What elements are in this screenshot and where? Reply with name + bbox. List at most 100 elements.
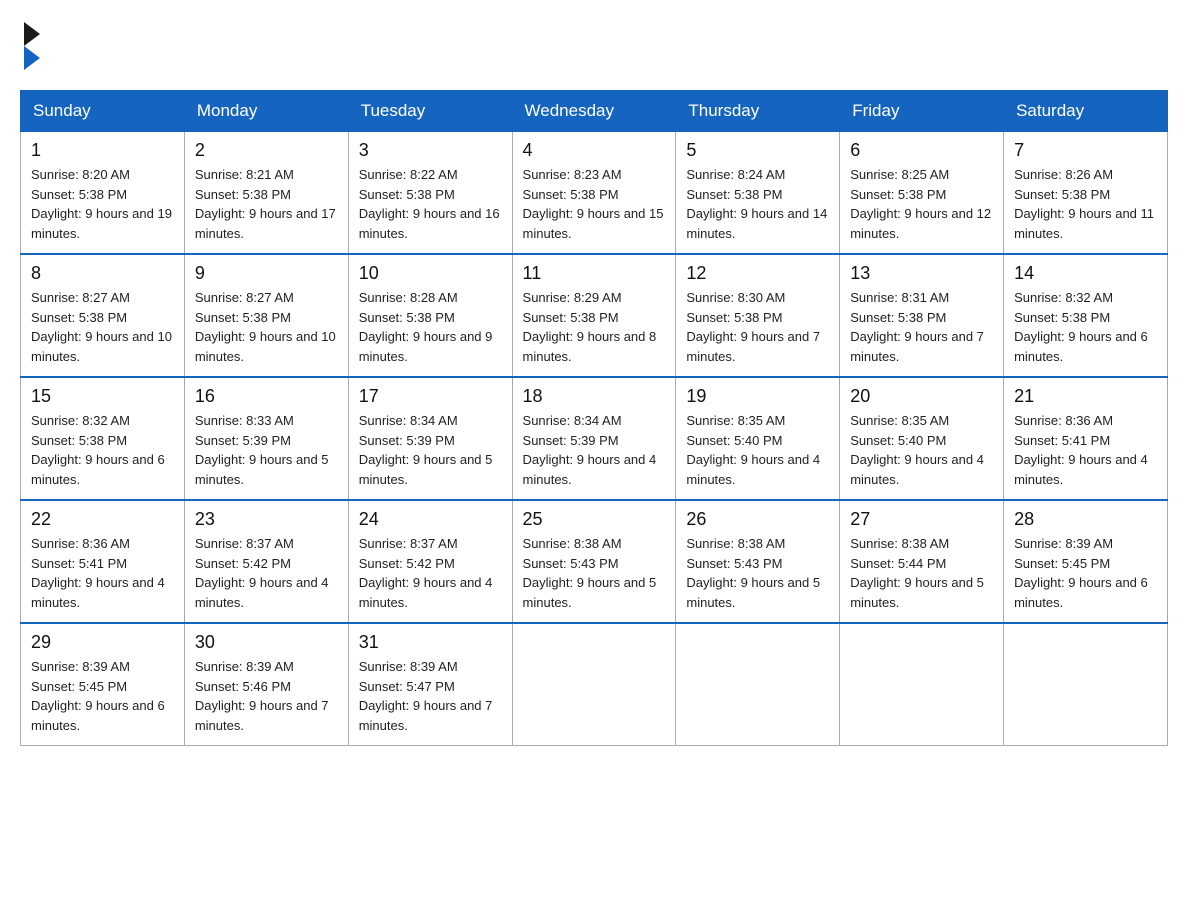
calendar-cell: 18 Sunrise: 8:34 AM Sunset: 5:39 PM Dayl… bbox=[512, 377, 676, 500]
day-number: 29 bbox=[31, 632, 174, 653]
day-info: Sunrise: 8:27 AM Sunset: 5:38 PM Dayligh… bbox=[195, 288, 338, 366]
calendar-cell: 13 Sunrise: 8:31 AM Sunset: 5:38 PM Dayl… bbox=[840, 254, 1004, 377]
calendar-table: SundayMondayTuesdayWednesdayThursdayFrid… bbox=[20, 90, 1168, 746]
calendar-cell: 15 Sunrise: 8:32 AM Sunset: 5:38 PM Dayl… bbox=[21, 377, 185, 500]
day-info: Sunrise: 8:35 AM Sunset: 5:40 PM Dayligh… bbox=[850, 411, 993, 489]
day-info: Sunrise: 8:38 AM Sunset: 5:44 PM Dayligh… bbox=[850, 534, 993, 612]
calendar-cell bbox=[840, 623, 1004, 746]
day-header-tuesday: Tuesday bbox=[348, 91, 512, 132]
calendar-cell: 14 Sunrise: 8:32 AM Sunset: 5:38 PM Dayl… bbox=[1004, 254, 1168, 377]
day-number: 21 bbox=[1014, 386, 1157, 407]
day-info: Sunrise: 8:29 AM Sunset: 5:38 PM Dayligh… bbox=[523, 288, 666, 366]
calendar-cell: 21 Sunrise: 8:36 AM Sunset: 5:41 PM Dayl… bbox=[1004, 377, 1168, 500]
day-number: 8 bbox=[31, 263, 174, 284]
calendar-cell: 2 Sunrise: 8:21 AM Sunset: 5:38 PM Dayli… bbox=[184, 132, 348, 255]
day-info: Sunrise: 8:25 AM Sunset: 5:38 PM Dayligh… bbox=[850, 165, 993, 243]
day-info: Sunrise: 8:28 AM Sunset: 5:38 PM Dayligh… bbox=[359, 288, 502, 366]
day-number: 15 bbox=[31, 386, 174, 407]
calendar-cell: 29 Sunrise: 8:39 AM Sunset: 5:45 PM Dayl… bbox=[21, 623, 185, 746]
calendar-cell: 10 Sunrise: 8:28 AM Sunset: 5:38 PM Dayl… bbox=[348, 254, 512, 377]
calendar-week-row: 22 Sunrise: 8:36 AM Sunset: 5:41 PM Dayl… bbox=[21, 500, 1168, 623]
calendar-cell bbox=[1004, 623, 1168, 746]
calendar-cell: 12 Sunrise: 8:30 AM Sunset: 5:38 PM Dayl… bbox=[676, 254, 840, 377]
day-number: 25 bbox=[523, 509, 666, 530]
calendar-cell: 26 Sunrise: 8:38 AM Sunset: 5:43 PM Dayl… bbox=[676, 500, 840, 623]
page-header bbox=[20, 20, 1168, 70]
day-info: Sunrise: 8:33 AM Sunset: 5:39 PM Dayligh… bbox=[195, 411, 338, 489]
day-number: 28 bbox=[1014, 509, 1157, 530]
day-number: 10 bbox=[359, 263, 502, 284]
calendar-week-row: 1 Sunrise: 8:20 AM Sunset: 5:38 PM Dayli… bbox=[21, 132, 1168, 255]
day-info: Sunrise: 8:37 AM Sunset: 5:42 PM Dayligh… bbox=[359, 534, 502, 612]
calendar-cell: 5 Sunrise: 8:24 AM Sunset: 5:38 PM Dayli… bbox=[676, 132, 840, 255]
calendar-cell: 23 Sunrise: 8:37 AM Sunset: 5:42 PM Dayl… bbox=[184, 500, 348, 623]
day-info: Sunrise: 8:32 AM Sunset: 5:38 PM Dayligh… bbox=[31, 411, 174, 489]
calendar-cell: 8 Sunrise: 8:27 AM Sunset: 5:38 PM Dayli… bbox=[21, 254, 185, 377]
day-header-wednesday: Wednesday bbox=[512, 91, 676, 132]
day-number: 16 bbox=[195, 386, 338, 407]
day-number: 1 bbox=[31, 140, 174, 161]
calendar-cell: 28 Sunrise: 8:39 AM Sunset: 5:45 PM Dayl… bbox=[1004, 500, 1168, 623]
day-info: Sunrise: 8:27 AM Sunset: 5:38 PM Dayligh… bbox=[31, 288, 174, 366]
day-info: Sunrise: 8:21 AM Sunset: 5:38 PM Dayligh… bbox=[195, 165, 338, 243]
day-info: Sunrise: 8:38 AM Sunset: 5:43 PM Dayligh… bbox=[523, 534, 666, 612]
calendar-week-row: 8 Sunrise: 8:27 AM Sunset: 5:38 PM Dayli… bbox=[21, 254, 1168, 377]
calendar-cell: 9 Sunrise: 8:27 AM Sunset: 5:38 PM Dayli… bbox=[184, 254, 348, 377]
day-info: Sunrise: 8:38 AM Sunset: 5:43 PM Dayligh… bbox=[686, 534, 829, 612]
day-info: Sunrise: 8:24 AM Sunset: 5:38 PM Dayligh… bbox=[686, 165, 829, 243]
calendar-cell: 6 Sunrise: 8:25 AM Sunset: 5:38 PM Dayli… bbox=[840, 132, 1004, 255]
day-number: 23 bbox=[195, 509, 338, 530]
calendar-cell: 24 Sunrise: 8:37 AM Sunset: 5:42 PM Dayl… bbox=[348, 500, 512, 623]
day-number: 22 bbox=[31, 509, 174, 530]
logo bbox=[20, 20, 40, 70]
day-header-saturday: Saturday bbox=[1004, 91, 1168, 132]
day-number: 5 bbox=[686, 140, 829, 161]
day-info: Sunrise: 8:31 AM Sunset: 5:38 PM Dayligh… bbox=[850, 288, 993, 366]
calendar-cell: 1 Sunrise: 8:20 AM Sunset: 5:38 PM Dayli… bbox=[21, 132, 185, 255]
day-info: Sunrise: 8:26 AM Sunset: 5:38 PM Dayligh… bbox=[1014, 165, 1157, 243]
day-info: Sunrise: 8:32 AM Sunset: 5:38 PM Dayligh… bbox=[1014, 288, 1157, 366]
day-number: 2 bbox=[195, 140, 338, 161]
day-info: Sunrise: 8:22 AM Sunset: 5:38 PM Dayligh… bbox=[359, 165, 502, 243]
calendar-cell: 7 Sunrise: 8:26 AM Sunset: 5:38 PM Dayli… bbox=[1004, 132, 1168, 255]
day-number: 30 bbox=[195, 632, 338, 653]
calendar-cell: 16 Sunrise: 8:33 AM Sunset: 5:39 PM Dayl… bbox=[184, 377, 348, 500]
day-info: Sunrise: 8:34 AM Sunset: 5:39 PM Dayligh… bbox=[359, 411, 502, 489]
calendar-week-row: 29 Sunrise: 8:39 AM Sunset: 5:45 PM Dayl… bbox=[21, 623, 1168, 746]
day-header-sunday: Sunday bbox=[21, 91, 185, 132]
calendar-cell: 4 Sunrise: 8:23 AM Sunset: 5:38 PM Dayli… bbox=[512, 132, 676, 255]
day-info: Sunrise: 8:23 AM Sunset: 5:38 PM Dayligh… bbox=[523, 165, 666, 243]
logo-blue-text bbox=[20, 46, 40, 70]
day-info: Sunrise: 8:39 AM Sunset: 5:45 PM Dayligh… bbox=[1014, 534, 1157, 612]
day-info: Sunrise: 8:34 AM Sunset: 5:39 PM Dayligh… bbox=[523, 411, 666, 489]
day-header-thursday: Thursday bbox=[676, 91, 840, 132]
day-info: Sunrise: 8:39 AM Sunset: 5:47 PM Dayligh… bbox=[359, 657, 502, 735]
day-number: 27 bbox=[850, 509, 993, 530]
calendar-header-row: SundayMondayTuesdayWednesdayThursdayFrid… bbox=[21, 91, 1168, 132]
day-number: 13 bbox=[850, 263, 993, 284]
day-info: Sunrise: 8:39 AM Sunset: 5:46 PM Dayligh… bbox=[195, 657, 338, 735]
day-number: 11 bbox=[523, 263, 666, 284]
day-number: 20 bbox=[850, 386, 993, 407]
day-number: 24 bbox=[359, 509, 502, 530]
day-info: Sunrise: 8:20 AM Sunset: 5:38 PM Dayligh… bbox=[31, 165, 174, 243]
day-header-friday: Friday bbox=[840, 91, 1004, 132]
day-number: 26 bbox=[686, 509, 829, 530]
day-number: 4 bbox=[523, 140, 666, 161]
calendar-cell: 31 Sunrise: 8:39 AM Sunset: 5:47 PM Dayl… bbox=[348, 623, 512, 746]
day-info: Sunrise: 8:39 AM Sunset: 5:45 PM Dayligh… bbox=[31, 657, 174, 735]
day-number: 7 bbox=[1014, 140, 1157, 161]
day-number: 3 bbox=[359, 140, 502, 161]
calendar-cell bbox=[512, 623, 676, 746]
calendar-cell: 20 Sunrise: 8:35 AM Sunset: 5:40 PM Dayl… bbox=[840, 377, 1004, 500]
day-number: 9 bbox=[195, 263, 338, 284]
day-info: Sunrise: 8:37 AM Sunset: 5:42 PM Dayligh… bbox=[195, 534, 338, 612]
day-header-monday: Monday bbox=[184, 91, 348, 132]
day-info: Sunrise: 8:36 AM Sunset: 5:41 PM Dayligh… bbox=[1014, 411, 1157, 489]
day-number: 14 bbox=[1014, 263, 1157, 284]
day-number: 19 bbox=[686, 386, 829, 407]
calendar-cell bbox=[676, 623, 840, 746]
day-number: 18 bbox=[523, 386, 666, 407]
day-info: Sunrise: 8:36 AM Sunset: 5:41 PM Dayligh… bbox=[31, 534, 174, 612]
day-number: 12 bbox=[686, 263, 829, 284]
